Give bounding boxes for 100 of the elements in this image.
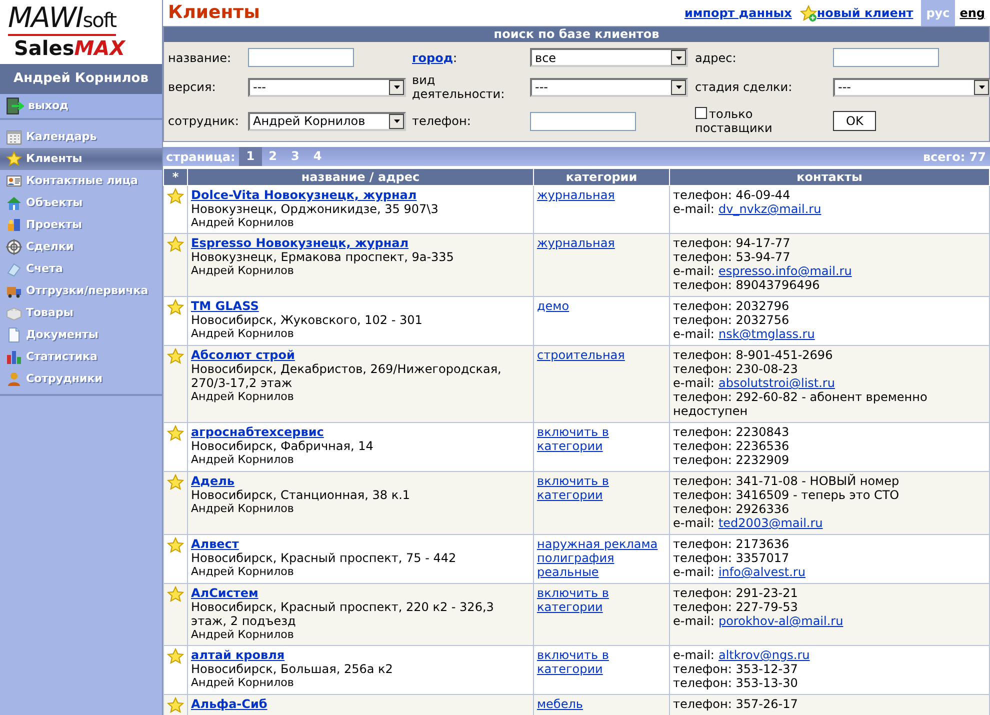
field-label: адрес: [695, 50, 736, 64]
contact-phone: телефон: 2236536 [673, 439, 790, 453]
blocks-icon [6, 217, 22, 233]
language-tab[interactable]: eng [954, 0, 990, 26]
client-address: Новокузнецк, Ермакова проспект, 9а-335 [191, 250, 455, 264]
client-owner: Андрей Корнилов [191, 502, 295, 515]
header-link[interactable]: импорт данных [684, 6, 792, 20]
category-link[interactable]: журнальная [537, 188, 615, 202]
column-header: * [164, 168, 188, 186]
star-icon [167, 188, 184, 205]
select-field[interactable]: --- [833, 78, 990, 96]
category-link[interactable]: реальные [537, 565, 599, 579]
contact-label: e-mail: [673, 376, 714, 390]
star-icon [167, 537, 184, 554]
contact-phone: телефон: 8-901-451-2696 [673, 348, 834, 362]
document-icon [6, 327, 22, 343]
client-name-link[interactable]: Адель [191, 474, 234, 488]
star-icon [167, 648, 184, 665]
total-count: всего: 77 [922, 150, 986, 164]
category-link[interactable]: наружная реклама [537, 537, 658, 551]
pagination-label: страница: [166, 150, 236, 164]
email-link[interactable]: porokhov-al@mail.ru [718, 614, 844, 628]
text-field[interactable] [530, 112, 636, 130]
house-icon [6, 195, 22, 211]
page-link[interactable]: 1 [239, 147, 262, 166]
client-name-link[interactable]: Альфа-Сиб [191, 697, 268, 711]
client-name-link[interactable]: Алвест [191, 537, 239, 551]
contact-phone: телефон: 2173636 [673, 537, 790, 551]
email-link[interactable]: dv_nvkz@mail.ru [718, 202, 822, 216]
client-name-link[interactable]: TM GLASS [191, 299, 259, 313]
client-address: Новосибирск, Фабричная, 14 [191, 439, 374, 453]
dropdown-arrow-icon [674, 83, 682, 91]
contact-phone: телефон: 291-23-21 [673, 586, 799, 600]
client-owner: Андрей Корнилов [191, 390, 295, 403]
target-icon [6, 239, 22, 255]
email-link[interactable]: altkrov@ngs.ru [718, 648, 810, 662]
email-link[interactable]: nsk@tmglass.ru [718, 327, 815, 341]
email-link[interactable]: espresso.info@mail.ru [718, 264, 852, 278]
sidebar-item[interactable]: Клиенты [0, 148, 162, 170]
contact-phone: телефон: 94-17-77 [673, 236, 792, 250]
header-link[interactable]: новый клиент [816, 6, 914, 20]
field-label-link[interactable]: город [412, 50, 454, 64]
email-link[interactable]: absolutstroi@list.ru [718, 376, 835, 390]
logo: MAWIsoft SalesMAX [0, 0, 162, 64]
contact-phone: телефон: 227-79-53 [673, 600, 799, 614]
contact-phone: телефон: 2926336 [673, 502, 790, 516]
client-address: Новосибирск, Декабристов, 269/Нижегородская, 270/3-17,2 этаж [191, 362, 502, 390]
select-field[interactable]: все [530, 48, 688, 67]
text-field[interactable] [833, 48, 939, 67]
client-name-link[interactable]: АлСистем [191, 586, 258, 600]
supplier-checkbox[interactable]: только поставщики [695, 107, 815, 135]
contact-phone: телефон: 292-60-82 - абонент временно недоступен [673, 390, 928, 418]
client-owner: Андрей Корнилов [191, 264, 295, 277]
contact-label: e-mail: [673, 327, 714, 341]
field-label: вид деятельности: [412, 73, 505, 101]
client-owner: Андрей Корнилов [191, 565, 295, 578]
star-icon [167, 586, 184, 603]
star-icon [167, 299, 184, 316]
email-link[interactable]: info@alvest.ru [718, 565, 806, 579]
category-link[interactable]: журнальная [537, 236, 615, 250]
client-address: Новосибирск, Красный проспект, 75 - 442 [191, 551, 458, 565]
person-icon [6, 371, 22, 387]
column-header: название / адрес [188, 168, 534, 186]
contact-label: e-mail: [673, 565, 714, 579]
contact-label: e-mail: [673, 516, 714, 530]
star-icon [6, 151, 22, 167]
star-icon [167, 348, 184, 365]
client-owner: Андрей Корнилов [191, 453, 295, 466]
client-name-link[interactable]: агроснабтехсервис [191, 425, 324, 439]
exit-door-icon [6, 97, 24, 115]
category-link[interactable]: демо [537, 299, 570, 313]
contact-phone: телефон: 2230843 [673, 425, 790, 439]
client-owner: Андрей Корнилов [191, 216, 295, 229]
client-name-link[interactable]: Абсолют строй [191, 348, 295, 362]
calendar-icon [6, 129, 22, 145]
select-field[interactable]: Андрей Корнилов [248, 112, 406, 130]
page-title: Клиенты [168, 6, 260, 20]
contact-phone: телефон: 53-94-77 [673, 250, 792, 264]
client-name-link[interactable]: Dolce-Vita Новокузнецк, журнал [191, 188, 417, 202]
client-address: Новосибирск, Большая, 256а к2 [191, 662, 394, 676]
client-address: Новосибирск, Красный проспект, 220 к2 - 326,3 этаж, 2 подъезд [191, 600, 495, 628]
select-field[interactable]: --- [248, 78, 406, 96]
client-address: Новосибирск, Жуковского, 102 - 301 [191, 313, 424, 327]
field-label: телефон: [412, 114, 471, 128]
client-name-link[interactable]: Espresso Новокузнецк, журнал [191, 236, 408, 250]
star-icon [167, 236, 184, 253]
select-field[interactable]: --- [530, 78, 688, 96]
contact-phone: телефон: 357-26-17 [673, 697, 799, 711]
contact-phone: телефон: 2032796 [673, 299, 790, 313]
ok-button[interactable]: OK [833, 111, 876, 131]
client-owner: Андрей Корнилов [191, 628, 295, 641]
dropdown-arrow-icon [392, 83, 400, 91]
contact-phone: телефон: 3416509 - теперь это СТО [673, 488, 900, 502]
client-name-link[interactable]: алтай кровля [191, 648, 285, 662]
email-link[interactable]: ted2003@mail.ru [718, 516, 823, 530]
contact-phone: телефон: 46-09-44 [673, 188, 792, 202]
category-link[interactable]: строительная [537, 348, 625, 362]
text-field[interactable] [248, 48, 354, 67]
client-address: Новокузнецк, Орджоникидзе, 35 907\3 [191, 202, 440, 216]
category-link[interactable]: полиграфия [537, 551, 614, 565]
